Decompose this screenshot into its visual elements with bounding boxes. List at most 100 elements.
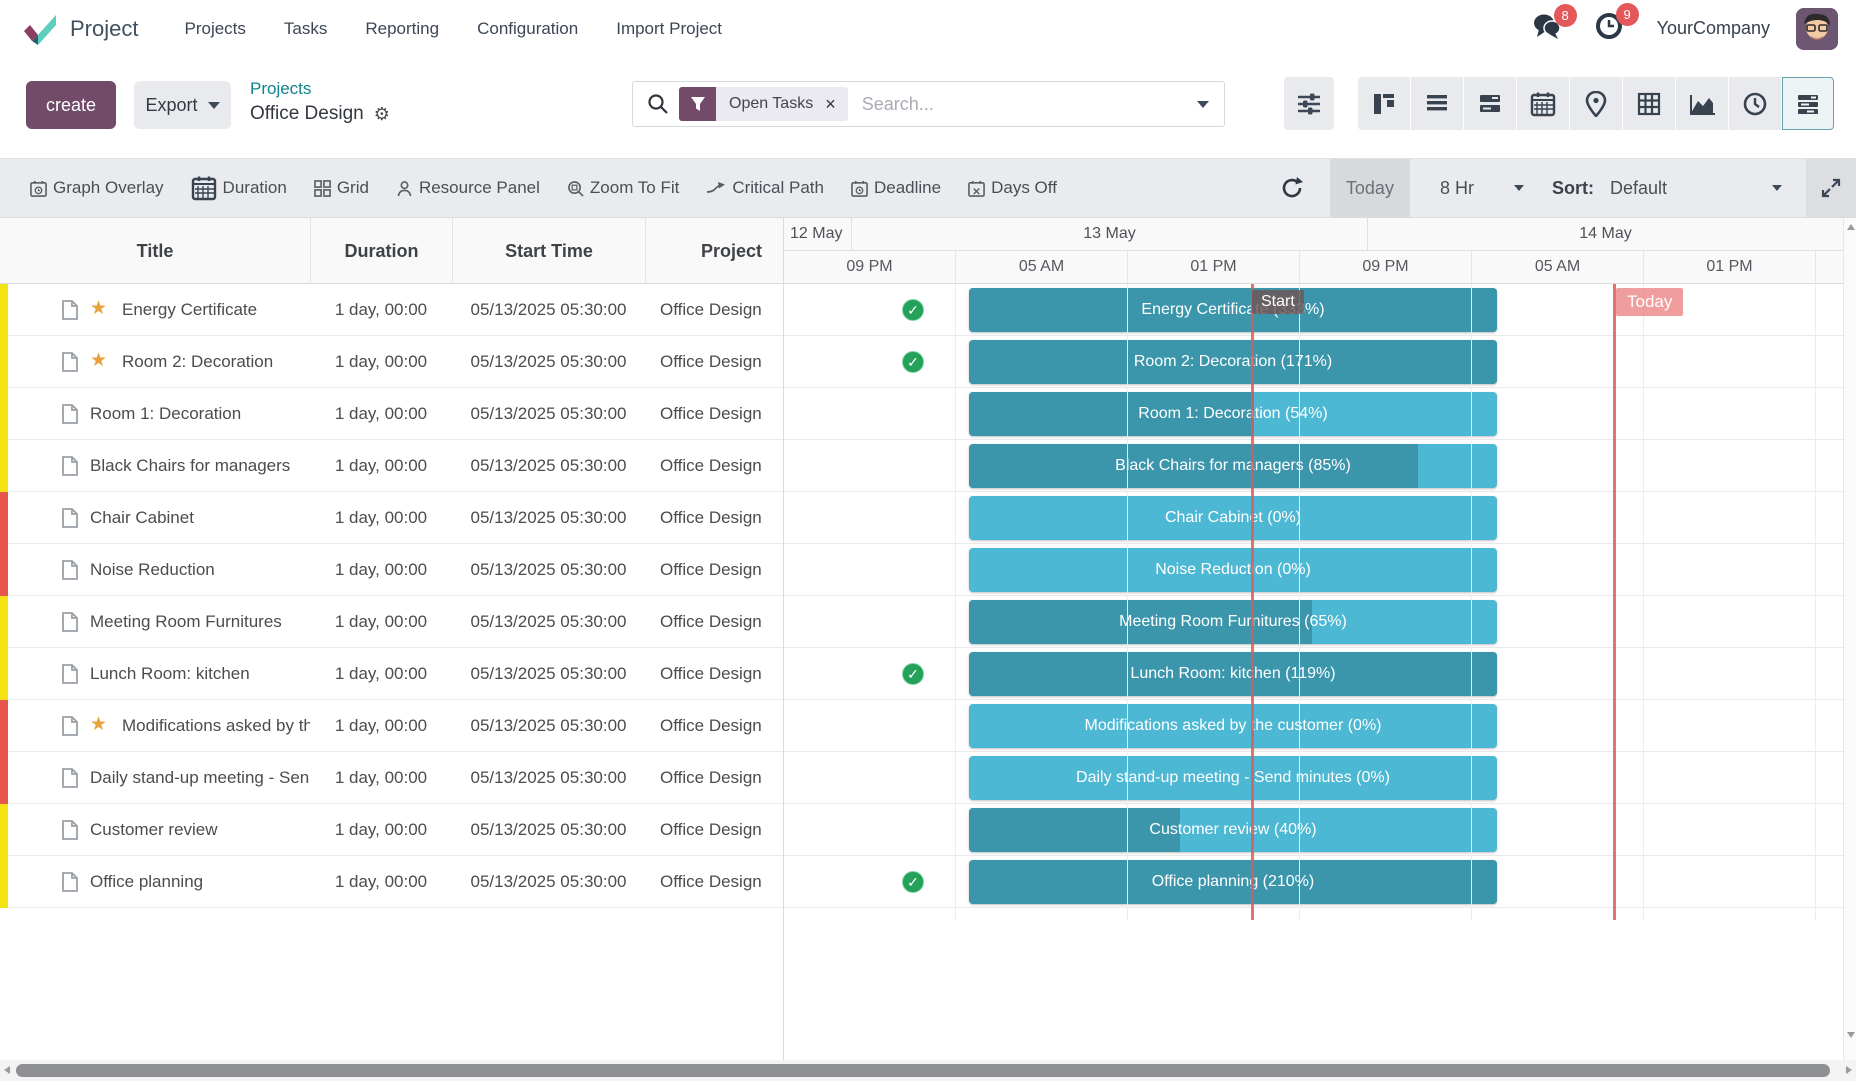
view-button-graph[interactable] [1676, 77, 1728, 130]
task-title[interactable]: Office planning [90, 872, 310, 892]
column-header-duration[interactable]: Duration [310, 218, 452, 284]
view-button-gantt[interactable] [1782, 77, 1834, 130]
activities-button[interactable]: 9 [1595, 12, 1623, 45]
gantt-tool-duration[interactable]: Duration [191, 175, 287, 201]
column-header-project[interactable]: Project [645, 218, 783, 284]
column-header-title[interactable]: Title [0, 218, 310, 284]
horizontal-scrollbar-thumb[interactable] [16, 1064, 1830, 1077]
time-slot-header: 01 PM [1127, 251, 1299, 284]
gantt-tool-critical-path[interactable]: Critical Path [706, 178, 824, 198]
filters-sliders-button[interactable] [1284, 77, 1334, 130]
company-menu[interactable]: YourCompany [1657, 18, 1770, 39]
search-input[interactable] [862, 94, 1182, 115]
search-options-toggle[interactable] [1182, 82, 1224, 126]
task-title[interactable]: Chair Cabinet [90, 508, 310, 528]
document-icon[interactable] [62, 508, 78, 533]
document-icon[interactable] [62, 716, 78, 741]
view-button-timeline[interactable] [1464, 77, 1516, 130]
breadcrumb-projects-link[interactable]: Projects [250, 79, 390, 99]
gantt-bar[interactable]: Meeting Room Furnitures (65%) [969, 600, 1497, 644]
filter-remove-icon[interactable]: × [823, 94, 848, 115]
chevron-down-icon [1772, 185, 1782, 191]
view-button-map-pin[interactable] [1570, 77, 1622, 130]
gantt-tool-days-off[interactable]: Days Off [968, 178, 1057, 198]
view-button-activity-clock[interactable] [1729, 77, 1781, 130]
task-title[interactable]: Room 2: Decoration [122, 352, 310, 372]
task-title[interactable]: Modifications asked by the customer [122, 716, 310, 736]
gantt-tool-graph-overlay[interactable]: Graph Overlay [30, 178, 164, 198]
nav-item-reporting[interactable]: Reporting [365, 19, 439, 39]
task-title[interactable]: Meeting Room Furnitures [90, 612, 310, 632]
gantt-bar[interactable]: Room 2: Decoration (171%) [969, 340, 1497, 384]
task-start-time: 05/13/2025 05:30:00 [452, 820, 645, 840]
create-button[interactable]: create [26, 81, 116, 129]
gantt-tool-grid[interactable]: Grid [314, 178, 369, 198]
scroll-right-arrow[interactable] [1846, 1066, 1852, 1074]
view-button-pivot[interactable] [1623, 77, 1675, 130]
view-button-list[interactable] [1411, 77, 1463, 130]
task-title[interactable]: Lunch Room: kitchen [90, 664, 310, 684]
gantt-bar[interactable]: Noise Reduction (0%) [969, 548, 1497, 592]
star-icon[interactable]: ★ [90, 297, 107, 320]
gantt-bar[interactable]: Office planning (210%) [969, 860, 1497, 904]
scroll-left-arrow[interactable] [4, 1066, 10, 1074]
today-button[interactable]: Today [1330, 159, 1410, 217]
nav-item-configuration[interactable]: Configuration [477, 19, 578, 39]
refresh-button[interactable] [1280, 176, 1304, 200]
document-icon[interactable] [62, 352, 78, 377]
task-title[interactable]: Energy Certificate [122, 300, 310, 320]
user-avatar[interactable] [1796, 8, 1838, 50]
gantt-bar[interactable]: Chair Cabinet (0%) [969, 496, 1497, 540]
expand-fullscreen-button[interactable] [1806, 159, 1856, 217]
gantt-view-content: TitleDurationStart TimeProject 12 May13 … [0, 218, 1843, 1060]
document-icon[interactable] [62, 768, 78, 793]
task-title[interactable]: Black Chairs for managers [90, 456, 310, 476]
breadcrumb-current: Office Design ⚙ [250, 103, 390, 125]
gear-icon[interactable]: ⚙ [374, 104, 390, 125]
gantt-bar[interactable]: Modifications asked by the customer (0%) [969, 704, 1497, 748]
gantt-bar[interactable]: Energy Certificate (333%) [969, 288, 1497, 332]
view-button-calendar[interactable] [1517, 77, 1569, 130]
column-header-start-time[interactable]: Start Time [452, 218, 645, 284]
app-logo-icon[interactable] [22, 11, 58, 47]
document-icon[interactable] [62, 560, 78, 585]
scroll-down-arrow[interactable] [1847, 1032, 1855, 1038]
document-icon[interactable] [62, 612, 78, 637]
document-icon[interactable] [62, 456, 78, 481]
gantt-bar[interactable]: Room 1: Decoration (54%) [969, 392, 1497, 436]
star-icon[interactable]: ★ [90, 349, 107, 372]
task-title[interactable]: Daily stand-up meeting - Send minutes [90, 768, 310, 788]
task-start-time: 05/13/2025 05:30:00 [452, 612, 645, 632]
horizontal-scrollbar[interactable] [0, 1060, 1856, 1081]
gantt-bar[interactable]: Customer review (40%) [969, 808, 1497, 852]
gantt-bar[interactable]: Lunch Room: kitchen (119%) [969, 652, 1497, 696]
task-project: Office Design [660, 456, 780, 476]
task-title[interactable]: Noise Reduction [90, 560, 310, 580]
sort-select[interactable]: Default [1610, 178, 1782, 199]
star-icon[interactable]: ★ [90, 713, 107, 736]
document-icon[interactable] [62, 404, 78, 429]
gantt-bar[interactable]: Daily stand-up meeting - Send minutes (0… [969, 756, 1497, 800]
priority-stripe [0, 804, 8, 856]
nav-item-import-project[interactable]: Import Project [616, 19, 722, 39]
vertical-scrollbar[interactable] [1843, 218, 1856, 1060]
gantt-bar[interactable]: Black Chairs for managers (85%) [969, 444, 1497, 488]
document-icon[interactable] [62, 820, 78, 845]
document-icon[interactable] [62, 872, 78, 897]
scale-select[interactable]: 8 Hr [1440, 178, 1524, 199]
filter-chip-open-tasks[interactable]: Open Tasks × [679, 87, 848, 121]
gantt-tool-zoom-to-fit[interactable]: Zoom To Fit [567, 178, 679, 198]
gantt-tool-resource-panel[interactable]: Resource Panel [396, 178, 540, 198]
document-icon[interactable] [62, 664, 78, 689]
nav-item-projects[interactable]: Projects [184, 19, 245, 39]
view-button-kanban[interactable] [1358, 77, 1410, 130]
document-icon[interactable] [62, 300, 78, 325]
scroll-up-arrow[interactable] [1847, 224, 1855, 230]
task-title[interactable]: Room 1: Decoration [90, 404, 310, 424]
export-button[interactable]: Export [134, 81, 231, 129]
person-icon [396, 180, 413, 197]
task-title[interactable]: Customer review [90, 820, 310, 840]
messages-button[interactable]: 8 [1533, 13, 1561, 44]
gantt-tool-deadline[interactable]: Deadline [851, 178, 941, 198]
nav-item-tasks[interactable]: Tasks [284, 19, 327, 39]
